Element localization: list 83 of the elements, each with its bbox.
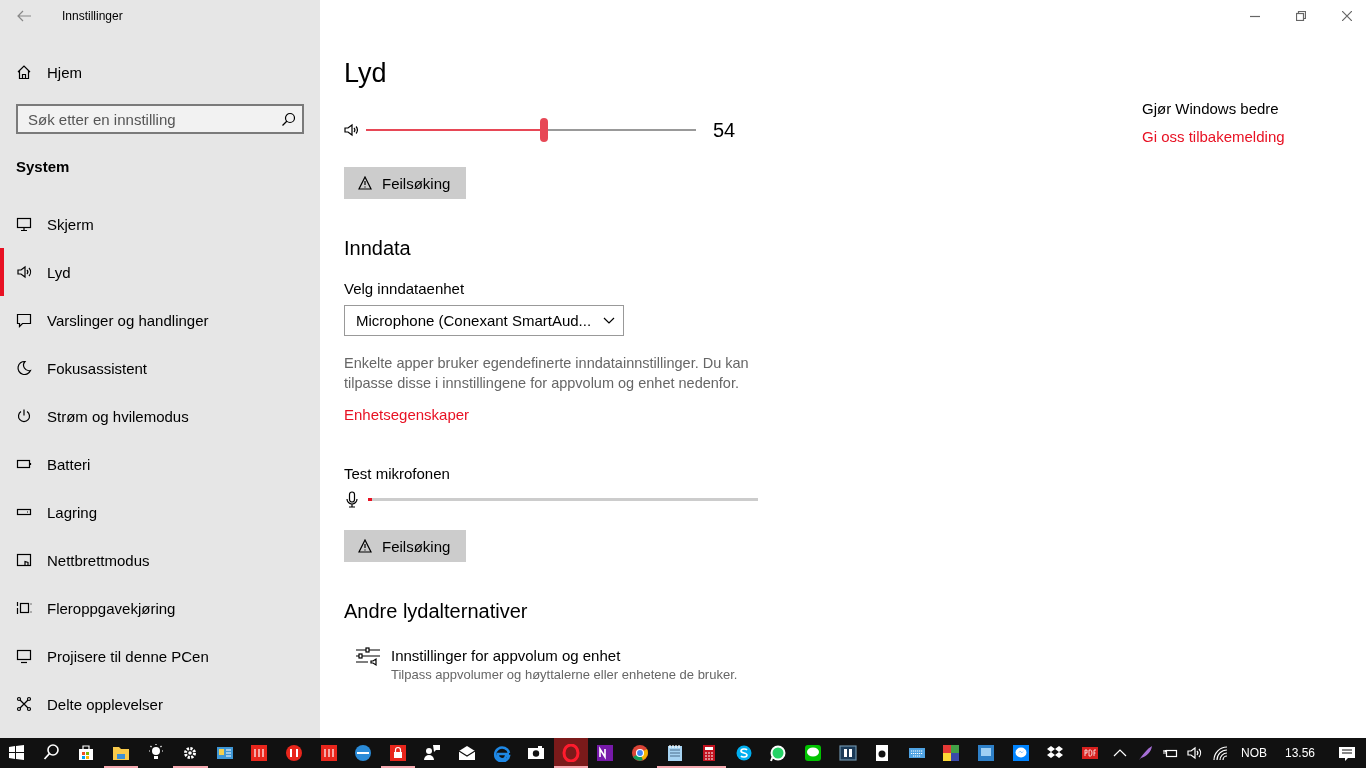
chrome-logo-icon[interactable] bbox=[631, 744, 649, 762]
sidebar-item[interactable]: Varslinger og handlinger bbox=[0, 296, 320, 344]
section-heading: System bbox=[15, 158, 71, 177]
wifi-icon[interactable] bbox=[1211, 745, 1228, 761]
project-icon bbox=[16, 648, 32, 664]
dolby-icon[interactable] bbox=[838, 744, 857, 762]
camera-icon[interactable] bbox=[527, 744, 546, 762]
display-icon bbox=[16, 216, 32, 232]
device-properties-link[interactable]: Enhetsegenskaper bbox=[344, 406, 470, 423]
skype-logo-icon[interactable] bbox=[734, 744, 753, 762]
pdf-icon[interactable] bbox=[1080, 744, 1099, 762]
speaker-icon bbox=[344, 122, 358, 138]
search-icon bbox=[281, 112, 295, 127]
slider-thumb[interactable] bbox=[540, 118, 549, 142]
field-label: Velg inndataenhet bbox=[344, 280, 466, 297]
tablet-icon bbox=[16, 552, 32, 568]
app-icon[interactable] bbox=[250, 744, 269, 762]
volume-value: 54 bbox=[713, 118, 736, 142]
troubleshoot-button[interactable]: Feilsøking bbox=[344, 167, 467, 199]
home-icon bbox=[16, 64, 32, 80]
chat-bubble-icon[interactable] bbox=[803, 744, 822, 762]
window-title: Innstillinger bbox=[62, 9, 123, 23]
chevron-down-icon bbox=[603, 317, 615, 324]
color-wheel-icon[interactable] bbox=[942, 744, 961, 762]
sidebar-item[interactable]: Batteri bbox=[0, 440, 320, 488]
contact-card-icon[interactable] bbox=[215, 744, 234, 762]
warning-icon bbox=[358, 176, 372, 190]
messenger-logo-icon[interactable] bbox=[1011, 744, 1030, 762]
lightbulb-icon[interactable] bbox=[146, 744, 165, 762]
power-icon bbox=[16, 408, 32, 424]
warning-icon bbox=[358, 539, 372, 553]
multitask-icon bbox=[16, 600, 32, 616]
app-window-icon[interactable] bbox=[976, 744, 995, 762]
padlock-icon[interactable] bbox=[388, 744, 407, 762]
phone-bubble-icon[interactable] bbox=[769, 744, 788, 762]
sidebar-item[interactable]: Fokusassistent bbox=[0, 344, 320, 392]
restore-icon bbox=[1296, 11, 1307, 21]
shopping-bag-icon[interactable] bbox=[77, 744, 96, 762]
close-icon bbox=[1342, 11, 1353, 21]
option-link[interactable]: Innstillinger for appvolum og enhet bbox=[391, 647, 738, 664]
device-dropdown[interactable]: Microphone (Conexant SmartAud... bbox=[344, 305, 624, 336]
page-title: Lyd bbox=[344, 57, 388, 90]
sidebar-item[interactable]: Lagring bbox=[0, 488, 320, 536]
speaker-icon[interactable] bbox=[1186, 745, 1203, 761]
app-icon[interactable] bbox=[285, 744, 304, 762]
language-indicator[interactable]: NOB bbox=[1232, 746, 1276, 760]
section-heading: Inndata bbox=[344, 237, 412, 260]
search-field[interactable]: Søk etter en innstilling bbox=[16, 104, 304, 134]
app-icon[interactable] bbox=[319, 744, 338, 762]
app-icon[interactable] bbox=[354, 744, 373, 762]
field-label: Test mikrofonen bbox=[344, 465, 451, 482]
sidebar-item[interactable]: Nettbrettmodus bbox=[0, 536, 320, 584]
microphone-icon bbox=[344, 490, 360, 508]
people-icon[interactable] bbox=[423, 744, 442, 762]
sidebar-item[interactable]: Delte opplevelser bbox=[0, 680, 320, 728]
section-heading: Andre lydalternativer bbox=[344, 600, 529, 623]
troubleshoot-button[interactable]: Feilsøking bbox=[344, 530, 467, 562]
search-icon[interactable] bbox=[42, 744, 61, 762]
sliders-icon bbox=[355, 647, 381, 667]
envelope-icon[interactable] bbox=[458, 744, 476, 762]
sidebar-item[interactable]: Strøm og hvilemodus bbox=[0, 392, 320, 440]
speaker-icon bbox=[16, 264, 32, 280]
message-icon bbox=[16, 312, 32, 328]
notebook-icon[interactable] bbox=[596, 744, 615, 762]
sidebar-item[interactable]: Projisere til denne PCen bbox=[0, 632, 320, 680]
aside-heading: Gjør Windows bedre bbox=[1142, 100, 1280, 117]
windows-logo-icon[interactable] bbox=[8, 744, 27, 762]
notification-icon[interactable] bbox=[1338, 744, 1357, 762]
clock[interactable]: 13.56 bbox=[1276, 746, 1325, 760]
folder-icon[interactable] bbox=[112, 744, 131, 762]
moon-icon bbox=[16, 360, 32, 376]
sidebar-item[interactable]: Fleroppgavekjøring bbox=[0, 584, 320, 632]
sidebar-item[interactable]: Skjerm bbox=[0, 200, 320, 248]
edge-logo-icon[interactable] bbox=[492, 744, 511, 762]
option-description: Tilpass appvolumer og høyttalerne eller enhetene de bruker. bbox=[391, 667, 738, 682]
description-text: Enkelte apper bruker egendefinerte inndatainnstillinger. Du kan tilpasse disse i innstillingene for appvolum og enhet nedenfor. bbox=[344, 354, 750, 393]
taskbar-button[interactable] bbox=[553, 738, 589, 768]
home-link[interactable]: Hjem bbox=[0, 52, 320, 92]
notepad-icon[interactable] bbox=[665, 744, 684, 762]
feather-icon[interactable] bbox=[1136, 745, 1153, 761]
feedback-link[interactable]: Gi oss tilbakemelding bbox=[1142, 128, 1285, 145]
share-icon bbox=[16, 696, 32, 712]
back-arrow-icon[interactable] bbox=[16, 8, 32, 24]
